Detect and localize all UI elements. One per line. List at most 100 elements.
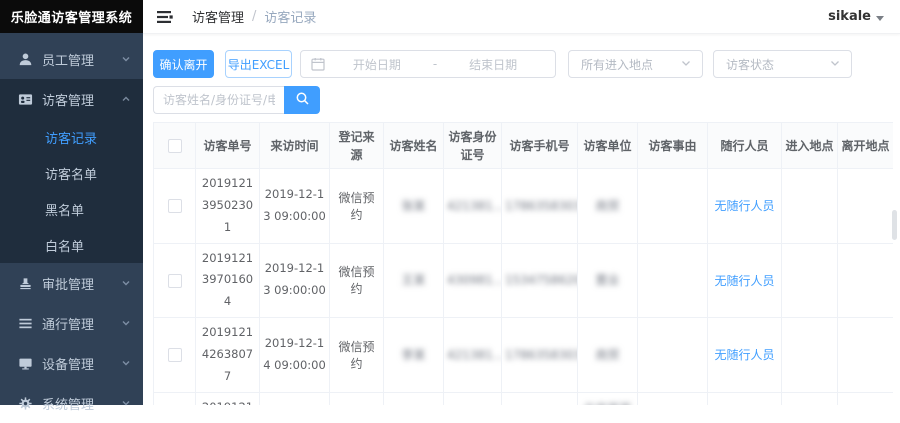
visit-reason [638,318,708,393]
stamp-icon [18,276,33,291]
breadcrumb-current: 访客记录 [264,7,316,26]
enter-location [782,318,838,393]
leave-location [838,392,894,405]
chevron-down-icon [121,398,131,408]
sidebar-item-employee[interactable]: 员工管理 [0,39,143,79]
visit-time: 2019-12-14 09:00:00 [263,333,326,377]
companions-link[interactable]: 无随行人员 [714,199,774,213]
sidebar-item-label: 员工管理 [42,50,121,69]
column-header: 来访时间 [260,123,330,169]
visit-reason [638,169,708,244]
sidebar-item-approval[interactable]: 审批管理 [0,263,143,303]
column-header: 访客身份证号 [444,123,502,169]
table-row: 201912139502301 2019-12-13 09:00:00 微信预约… [154,169,894,244]
gear-icon [18,396,33,411]
sidebar-item-blacklist[interactable]: 黑名单 [0,191,143,227]
user-name: sikale [828,9,871,24]
column-header: 访客手机号 [502,123,578,169]
visitor-company-blurred: 商贸 [595,345,619,365]
idcard-icon [18,92,33,107]
table-row: 201912139701604 2019-12-13 09:00:00 微信预约… [154,243,894,318]
sidebar-item-device[interactable]: 设备管理 [0,343,143,383]
date-separator: - [429,57,441,71]
breadcrumb-parent[interactable]: 访客管理 [192,7,244,26]
calendar-icon [311,57,325,71]
visitor-name-blurred: 张某 [401,196,425,216]
chevron-up-icon [121,94,131,104]
visitor-phone-blurred: 17863583038 [505,196,578,216]
start-date-placeholder[interactable]: 开始日期 [325,56,429,73]
sidebar-item-whitelist[interactable]: 白名单 [0,227,143,263]
column-header: 访客单号 [196,123,260,169]
register-source: 微信预约 [330,392,384,405]
status-filter-select[interactable]: 访客状态 [713,50,852,78]
breadcrumb: 访客管理 / 访客记录 [192,7,316,26]
column-header: 访客姓名 [384,123,444,169]
select-all-checkbox[interactable] [168,139,182,153]
visitor-phone-blurred: 15347586208 [505,270,578,290]
visitor-order-no: 201912139502301 [199,173,256,239]
row-checkbox[interactable] [168,348,182,362]
sidebar-item-label: 通行管理 [42,314,121,333]
visit-time: 2019-12-13 09:00:00 [263,184,326,228]
sidebar-item-visitor[interactable]: 访客管理 [0,79,143,119]
sidebar-item-access[interactable]: 通行管理 [0,303,143,343]
sidebar-item-system[interactable]: 系统管理 [0,383,143,423]
visitor-order-no: 201912149434137 [199,397,256,405]
location-filter-placeholder: 所有进入地点 [581,56,680,73]
caret-down-icon [876,16,884,21]
table-header-row: 访客单号 来访时间 登记来源 访客姓名 访客身份证号 访客手机号 访客单位 访客… [154,123,894,169]
breadcrumb-separator: / [252,9,256,24]
companions-link[interactable]: 无随行人员 [714,348,774,362]
chevron-down-icon [121,278,131,288]
register-source: 微信预约 [330,169,384,244]
visitor-order-no: 201912142638077 [199,322,256,388]
app-title: 乐脸通访客管理系统 [0,0,143,33]
row-checkbox[interactable] [168,274,182,288]
column-header: 离开地点 [838,123,894,169]
sidebar-item-visitor-list[interactable]: 访客名单 [0,155,143,191]
visitor-idcard-blurred: 421381… [447,196,502,216]
chevron-down-icon [829,57,841,72]
sidebar-item-label: 系统管理 [42,394,121,413]
chevron-down-icon [121,54,131,64]
location-filter-select[interactable]: 所有进入地点 [568,50,703,78]
menu-fold-icon[interactable] [156,9,174,25]
visitor-phone-blurred: 17863583038 [505,345,578,365]
visit-reason [638,392,708,405]
row-checkbox[interactable] [168,199,182,213]
search-button[interactable] [284,86,320,114]
visitor-order-no: 201912139701604 [199,248,256,314]
sidebar-item-visitor-records[interactable]: 访客记录 [0,119,143,155]
status-filter-placeholder: 访客状态 [726,56,829,73]
sidebar-group-visitor: 访客管理 访客记录 访客名单 黑名单 白名单 [0,79,143,263]
end-date-placeholder[interactable]: 结束日期 [441,56,545,73]
sidebar-item-label: 设备管理 [42,354,121,373]
sidebar-item-label: 审批管理 [42,274,121,293]
register-source: 微信预约 [330,243,384,318]
visitor-name-blurred: 王某 [401,270,425,290]
search-input[interactable] [153,86,284,114]
chevron-down-icon [121,358,131,368]
select-all-cell [154,123,196,169]
visitor-company-blurred: 商贸 [595,196,619,216]
visitor-name-blurred: 李某 [401,345,425,365]
companions-link[interactable]: 无随行人员 [714,274,774,288]
top-bar: 访客管理 / 访客记录 sikale [143,0,900,34]
table-row: 201912142638077 2019-12-14 09:00:00 微信预约… [154,318,894,393]
column-header: 访客事由 [638,123,708,169]
register-source: 微信预约 [330,318,384,393]
confirm-leave-button[interactable]: 确认离开 [153,50,214,78]
sidebar-item-label: 访客管理 [42,90,121,109]
date-range-picker[interactable]: 开始日期 - 结束日期 [300,50,556,78]
export-excel-button[interactable]: 导出EXCEL [225,50,292,78]
visitor-company-blurred: 北京某某网络科技有限公司 [581,399,634,405]
column-header: 访客单位 [578,123,638,169]
list-icon [18,316,33,331]
column-header: 进入地点 [782,123,838,169]
scrollbar-thumb[interactable] [892,210,897,240]
column-header: 随行人员 [708,123,782,169]
visitor-idcard-blurred: 430981… [447,270,502,290]
visitor-company-blurred: 置业 [595,270,619,290]
user-menu[interactable]: sikale [828,9,884,24]
